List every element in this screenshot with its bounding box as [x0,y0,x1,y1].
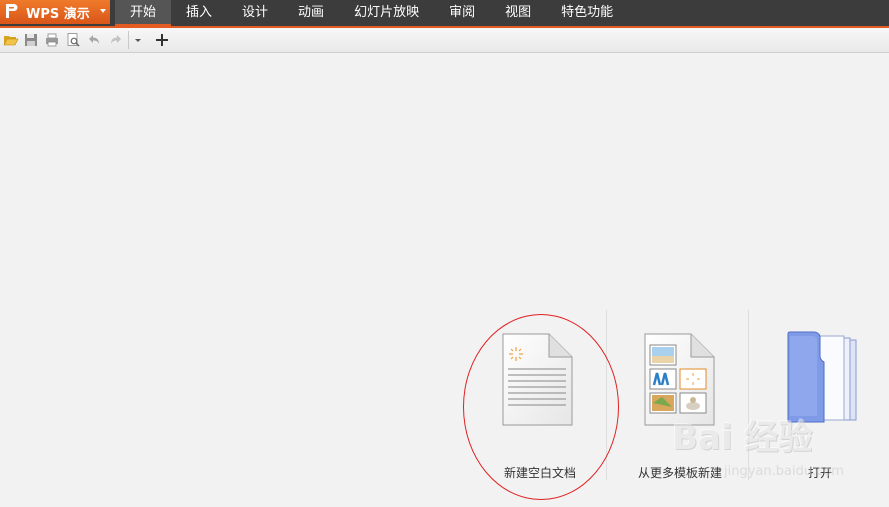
app-menu-arrow-icon [100,9,106,13]
app-title: WPS 演示 [26,6,90,22]
template-document-icon [644,333,716,431]
open-file-option[interactable]: 打开 [770,328,870,485]
print-preview-icon[interactable] [65,32,81,48]
new-from-template-option[interactable]: 从更多模板新建 [630,330,730,485]
toolbar-separator [128,31,129,49]
app-menu-button[interactable]: WPS 演示 [0,0,110,24]
tab-insert[interactable]: 插入 [171,0,227,26]
save-icon[interactable] [23,32,39,48]
quick-access-toolbar [0,28,889,53]
new-from-template-label: 从更多模板新建 [637,466,722,480]
wps-logo-icon [4,3,20,21]
tab-slideshow[interactable]: 幻灯片放映 [339,0,434,26]
add-icon[interactable] [154,32,170,48]
open-file-label: 打开 [807,466,832,480]
undo-icon[interactable] [86,32,102,48]
tab-animation[interactable]: 动画 [283,0,339,26]
customize-dropdown-icon[interactable] [133,32,149,48]
redo-icon[interactable] [108,32,124,48]
tab-review[interactable]: 审阅 [434,0,490,26]
tab-design[interactable]: 设计 [227,0,283,26]
print-icon[interactable] [44,32,60,48]
menu-bar: WPS 演示 开始 插入 设计 动画 幻灯片放映 审阅 视图 特色功能 [0,0,889,26]
open-folder-icon[interactable] [3,32,19,48]
tab-start[interactable]: 开始 [115,0,172,26]
tab-view[interactable]: 视图 [490,0,546,26]
folder-open-icon [786,330,858,430]
tab-special-features[interactable]: 特色功能 [546,0,628,26]
option-divider [748,310,749,480]
start-page [0,53,889,507]
ribbon-tabs: 开始 插入 设计 动画 幻灯片放映 审阅 视图 特色功能 [115,0,628,26]
highlight-ellipse [463,314,619,500]
